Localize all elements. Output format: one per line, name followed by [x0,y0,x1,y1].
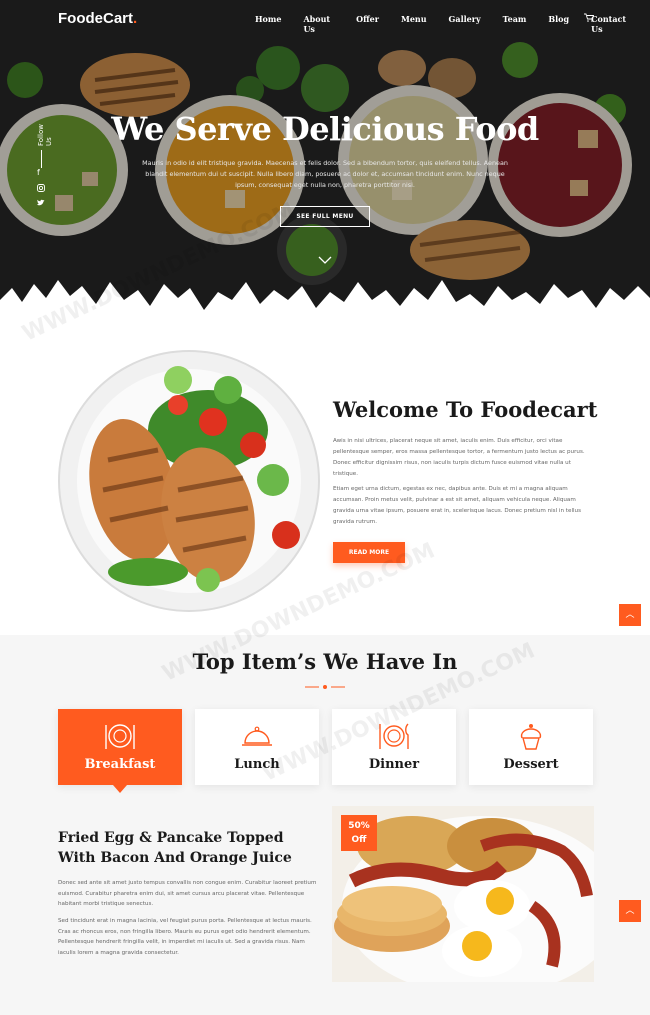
featured-dish-paragraph-2: Sed tincidunt erat in magna lacinia, vel… [58,918,312,956]
tab-label: Breakfast [84,757,156,772]
discount-percent: 50% [348,821,370,831]
menu-item-home[interactable]: Home [255,14,281,34]
plate-cutlery-icon [105,724,135,749]
tab-label: Dessert [503,757,559,772]
scroll-to-top-button[interactable]: ︿ [619,604,641,626]
welcome-paragraph-1: Awis in nisi ultrices, placerat neque si… [333,438,585,477]
tab-lunch[interactable]: Lunch [195,709,319,785]
read-more-button[interactable]: READ MORE [333,542,405,563]
instagram-icon[interactable] [37,184,45,192]
cart-icon[interactable] [584,13,594,22]
follow-divider [41,150,42,168]
menu-item-offer[interactable]: Offer [356,14,379,34]
logo-dot: . [133,10,138,27]
menu-item-team[interactable]: Team [503,14,527,34]
hero-section: FoodeCart. Home About Us Offer Menu Gall… [0,0,650,330]
hero-title: We Serve Delicious Food [111,110,539,148]
tab-label: Dinner [368,757,420,772]
featured-dish-title: Fried Egg & Pancake Topped With Bacon An… [58,830,292,866]
tab-breakfast[interactable]: Breakfast [58,709,182,793]
menu-item-contact-us[interactable]: Contact Us [591,14,628,34]
chevron-up-icon: ︿ [625,610,635,620]
welcome-paragraph-2: Etiam eget urna dictum, egestas ex nec, … [333,486,582,525]
top-navbar: FoodeCart. Home About Us Offer Menu Gall… [0,0,650,38]
menu-item-about-us[interactable]: About Us [303,14,334,34]
menu-item-blog[interactable]: Blog [548,14,569,34]
facebook-icon[interactable]: f [37,168,40,177]
tab-dinner[interactable]: Dinner [332,709,456,785]
cloche-icon [242,726,272,746]
tab-label: Lunch [234,757,280,772]
torn-paper-edge [0,280,650,330]
welcome-title: Welcome To Foodecart [333,397,598,422]
menu-item-menu[interactable]: Menu [401,14,427,34]
hero-description: Mauris in odio id elit tristique gravida… [142,159,508,189]
dinner-plate-icon [379,723,409,749]
discount-off-label: Off [351,835,367,845]
tab-dessert[interactable]: Dessert [469,709,593,785]
grilled-chicken-salad-image [58,350,320,612]
discount-badge: 50% Off [341,815,377,851]
logo-text: FoodeCart [58,10,133,27]
menu-item-gallery[interactable]: Gallery [449,14,481,34]
top-items-title: Top Item’s We Have In [192,649,458,674]
cupcake-icon [520,724,542,750]
chevron-down-icon[interactable] [318,256,332,264]
chevron-up-icon: ︿ [625,906,635,916]
scroll-to-top-button-2[interactable]: ︿ [619,900,641,922]
featured-dish-paragraph-1: Donec sed ante sit amet justo tempus con… [58,880,317,907]
logo[interactable]: FoodeCart. [58,10,137,27]
twitter-icon[interactable] [37,199,45,206]
see-full-menu-button[interactable]: SEE FULL MENU [280,206,370,227]
title-separator [305,685,345,689]
